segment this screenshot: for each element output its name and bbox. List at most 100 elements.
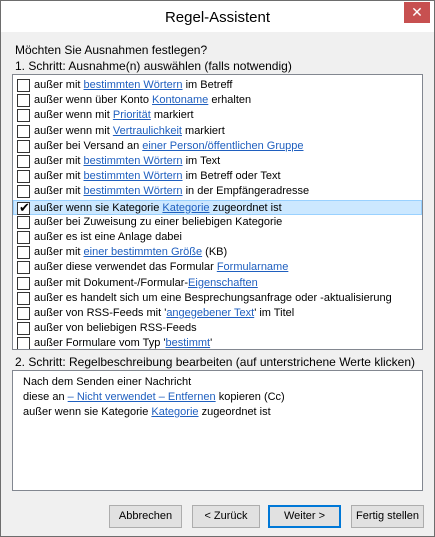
exception-value-link[interactable]: Formularname [217,261,289,273]
exception-label-suffix: erhalten [208,94,252,107]
exception-text: außer bei Versand an einer Person/öffent… [34,139,304,154]
finish-button[interactable]: Fertig stellen [351,505,424,528]
exception-text: außer mit bestimmten Wörtern im Text [34,154,220,169]
exception-checkbox[interactable] [17,185,30,199]
rule-description-box: Nach dem Senden einer Nachricht diese an… [12,370,423,491]
exception-value-link[interactable]: einer bestimmten Größe [84,246,203,258]
exception-text: außer von beliebigen RSS-Feeds [34,321,197,336]
exception-item[interactable]: außer wenn mit Priorität markiert [14,108,421,123]
exception-label: außer mit [34,79,84,91]
exception-item[interactable]: außer mit bestimmten Wörtern im Betreff [14,78,421,93]
dialog-title: Regel-Assistent [164,9,271,26]
exception-item[interactable]: außer es ist eine Anlage dabei [14,230,421,245]
rules-wizard-dialog: Regel-Assistent ✕ Möchten Sie Ausnahmen … [0,0,435,537]
exception-text: außer wenn mit Priorität markiert [34,108,194,123]
exception-value-link[interactable]: Kategorie [162,202,209,214]
title-bar: Regel-Assistent ✕ [1,1,434,32]
exception-item[interactable]: außer von beliebigen RSS-Feeds [14,321,421,336]
step2-label: 2. Schritt: Regelbeschreibung bearbeiten… [15,355,415,369]
exception-checkbox[interactable] [17,124,30,138]
exception-value-link[interactable]: Kontoname [152,94,208,106]
exception-item[interactable]: außer bei Zuweisung zu einer beliebigen … [14,215,421,230]
exception-item[interactable]: außer bei Versand an einer Person/öffent… [14,139,421,154]
exception-checkbox[interactable] [17,337,30,349]
exception-text: außer diese verwendet das Formular Formu… [34,260,288,275]
exception-checkbox[interactable] [17,109,30,123]
exception-item[interactable]: außer mit bestimmten Wörtern im Betreff … [14,169,421,184]
exception-item[interactable]: außer von RSS-Feeds mit 'angegebener Tex… [14,306,421,321]
next-button[interactable]: Weiter > [268,505,341,528]
exception-label: außer mit [34,185,84,198]
exception-checkbox[interactable] [17,155,30,168]
exception-text: außer mit bestimmten Wörtern im Betreff [34,78,232,93]
exception-label: außer bei Zuweisung zu einer beliebigen … [34,215,283,228]
exception-text: außer von RSS-Feeds mit 'angegebener Tex… [34,306,294,321]
exception-value-link[interactable]: bestimmt [166,337,211,349]
exception-checkbox[interactable] [17,94,30,108]
exception-value-link[interactable]: bestimmten Wörtern [84,185,183,197]
exception-value-link[interactable]: Vertraulichkeit [113,125,182,137]
exception-item[interactable]: außer wenn mit Vertraulichkeit markiert [14,124,421,139]
exception-checkbox[interactable] [17,291,30,305]
exception-item[interactable]: außer mit bestimmten Wörtern im Text [14,154,421,169]
exception-item[interactable]: ✔ außer wenn sie Kategorie Kategorie zuge… [13,199,422,215]
back-button[interactable]: < Zurück [192,505,260,528]
close-icon: ✕ [411,4,423,20]
exception-value-link[interactable]: Eigenschaften [188,277,258,289]
exception-value-link[interactable]: bestimmten Wörtern [84,79,183,91]
exception-item[interactable]: außer es handelt sich um eine Besprechun… [14,291,421,306]
exception-checkbox[interactable] [17,246,30,260]
exception-value-link[interactable]: bestimmten Wörtern [84,155,183,167]
exception-checkbox[interactable] [17,215,30,229]
exception-checkbox[interactable] [17,261,30,275]
exception-label: außer es ist eine Anlage dabei [34,231,182,243]
folder-link[interactable]: – Nicht verwendet – Entfernen [68,391,216,403]
exception-value-link[interactable]: einer Person/öffentlichen Gruppe [142,140,303,152]
description-line-3-text: außer wenn sie Kategorie [23,406,152,418]
exception-label: außer von beliebigen RSS-Feeds [34,322,197,335]
description-line-3: außer wenn sie Kategorie Kategorie zugeo… [23,406,271,418]
exception-label-suffix: markiert [150,109,194,122]
exception-item[interactable]: außer Formulare vom Typ 'bestimmt' [14,336,421,350]
description-line-1: Nach dem Senden einer Nachricht [23,376,192,388]
category-link[interactable]: Kategorie [151,406,198,418]
exception-item[interactable]: außer diese verwendet das Formular Formu… [14,260,421,275]
exception-label-suffix: (KB) [202,246,228,259]
exception-checkbox[interactable] [17,322,30,336]
exception-text: außer bei Zuweisung zu einer beliebigen … [34,215,282,230]
exception-checkbox[interactable]: ✔ [17,199,30,215]
exception-label-suffix: markiert [181,124,225,137]
exceptions-listbox[interactable]: außer mit bestimmten Wörtern im Betreff a… [12,74,423,350]
exception-value-link[interactable]: Priorität [113,109,151,121]
close-button[interactable]: ✕ [404,2,430,23]
exception-item[interactable]: außer mit bestimmten Wörtern in der Empf… [14,184,421,199]
exception-item[interactable]: außer mit Dokument-/Formular-Eigenschaft… [14,276,421,291]
exception-value-link[interactable]: angegebener Text [166,307,254,319]
exception-label-suffix: im Betreff [182,79,233,91]
exception-checkbox[interactable] [17,79,30,92]
exception-text: außer mit bestimmten Wörtern in der Empf… [34,184,309,199]
question-label: Möchten Sie Ausnahmen festlegen? [15,43,208,57]
exception-checkbox[interactable] [17,307,30,320]
exception-value-link[interactable]: bestimmten Wörtern [84,170,183,182]
exception-label: außer es handelt sich um eine Besprechun… [34,291,392,304]
exception-checkbox[interactable] [17,276,30,290]
exception-checkbox[interactable] [17,231,30,244]
exception-label-suffix: im Betreff oder Text [182,170,281,183]
exception-text: außer wenn über Konto Kontoname erhalten [34,93,251,108]
exception-label: außer wenn mit [34,109,113,122]
description-line-3-suffix: zugeordnet ist [198,406,271,418]
exception-text: außer mit Dokument-/Formular-Eigenschaft… [34,276,258,291]
exception-label-suffix: im Text [182,155,221,167]
exception-label: außer von RSS-Feeds mit ' [34,307,167,319]
description-line-2-suffix: kopieren (Cc) [215,391,285,403]
cancel-button[interactable]: Abbrechen [109,505,182,528]
exception-item[interactable]: außer mit einer bestimmten Größe (KB) [14,245,421,260]
exception-label-suffix: ' [210,337,213,350]
exception-checkbox[interactable] [17,139,30,153]
exception-item[interactable]: außer wenn über Konto Kontoname erhalten [14,93,421,108]
exception-text: außer Formulare vom Typ 'bestimmt' [34,336,213,350]
exception-checkbox[interactable] [17,170,30,184]
checkmark-icon: ✔ [19,199,30,215]
exception-label-suffix: in der Empfängeradresse [182,185,310,198]
